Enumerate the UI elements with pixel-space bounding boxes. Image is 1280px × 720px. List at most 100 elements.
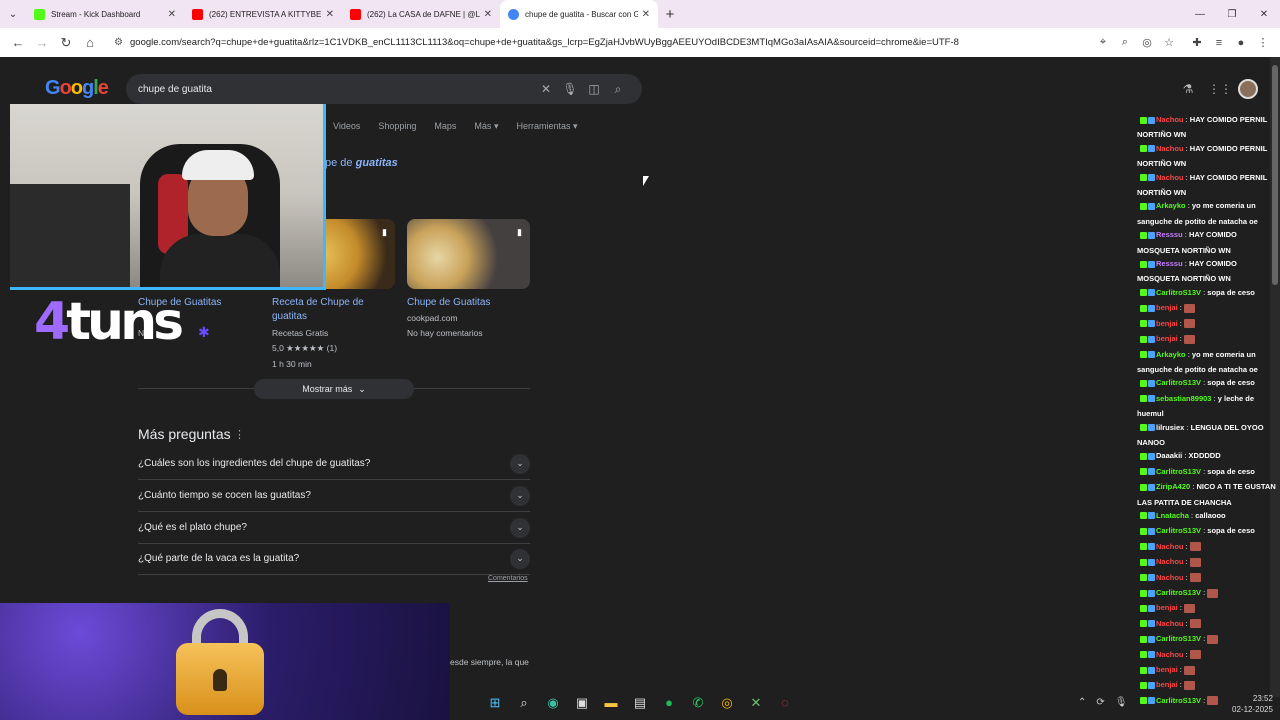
recipe-title[interactable]: Receta de Chupe de guatitas bbox=[272, 296, 390, 324]
obs-icon[interactable]: ▤ bbox=[629, 695, 651, 715]
more-options-icon[interactable]: ⋮ bbox=[234, 428, 245, 441]
recipe-image[interactable]: ▮ bbox=[407, 219, 530, 289]
tab-google-search[interactable]: chupe de guatita - Buscar con G ✕ bbox=[500, 0, 658, 28]
site-info-icon[interactable]: ⚙ bbox=[114, 37, 130, 48]
filter-maps[interactable]: Maps bbox=[434, 121, 456, 132]
chat-username[interactable]: Arkayko bbox=[1156, 350, 1186, 359]
location-icon[interactable]: ⌖ bbox=[1092, 36, 1114, 49]
extensions-icon[interactable]: ✚ bbox=[1186, 36, 1208, 49]
chevron-up-icon[interactable]: ⌃ bbox=[1078, 697, 1086, 708]
microphone-icon[interactable]: 🎙 bbox=[1115, 697, 1128, 708]
close-icon[interactable]: ✕ bbox=[484, 9, 492, 20]
media-icon[interactable]: ≡ bbox=[1208, 37, 1230, 49]
chat-username[interactable]: Nachou bbox=[1156, 542, 1184, 551]
eye-off-icon[interactable]: ◎ bbox=[1136, 36, 1158, 49]
zoom-icon[interactable]: ⌕ bbox=[1114, 36, 1136, 49]
chat-username[interactable]: Nachou bbox=[1156, 619, 1184, 628]
xbox-icon[interactable]: ✕ bbox=[745, 695, 767, 715]
store-icon[interactable]: ▣ bbox=[571, 695, 593, 715]
chat-username[interactable]: Nachou bbox=[1156, 173, 1184, 182]
back-icon[interactable]: ← bbox=[6, 35, 30, 50]
chat-username[interactable]: benjai bbox=[1156, 319, 1178, 328]
reload-icon[interactable]: ↻ bbox=[54, 35, 78, 51]
close-icon[interactable]: ✕ bbox=[642, 9, 650, 20]
edge-icon[interactable]: ◉ bbox=[542, 695, 564, 715]
chevron-down-icon[interactable]: ⌄ bbox=[510, 517, 530, 538]
chat-username[interactable]: Nachou bbox=[1156, 650, 1184, 659]
chat-username[interactable]: CarlitroS13V bbox=[1156, 526, 1201, 535]
windows-start-icon[interactable]: ⊞ bbox=[484, 695, 506, 715]
avatar[interactable] bbox=[1238, 79, 1258, 99]
chat-username[interactable]: Nachou bbox=[1156, 573, 1184, 582]
tab-search-button[interactable]: ⌄ bbox=[0, 0, 26, 28]
chat-username[interactable]: Lnatacha bbox=[1156, 511, 1189, 520]
spotify-icon[interactable]: ● bbox=[658, 695, 680, 715]
chat-username[interactable]: benjai bbox=[1156, 303, 1178, 312]
menu-icon[interactable]: ⋮ bbox=[1252, 36, 1274, 49]
filter-shopping[interactable]: Shopping bbox=[378, 121, 416, 132]
sync-icon[interactable]: ⟳ bbox=[1096, 697, 1104, 708]
chevron-down-icon[interactable]: ⌄ bbox=[510, 453, 530, 474]
chat-username[interactable]: CarlitroS13V bbox=[1156, 634, 1201, 643]
chevron-down-icon[interactable]: ⌄ bbox=[510, 485, 530, 506]
recipes-heading[interactable]: pe de guatitas bbox=[325, 157, 398, 169]
paa-question[interactable]: ¿Cuánto tiempo se cocen las guatitas? ⌄ bbox=[138, 480, 530, 512]
paa-question[interactable]: ¿Qué es el plato chupe? ⌄ bbox=[138, 512, 530, 544]
chat-username[interactable]: sebastian89903 bbox=[1156, 394, 1211, 403]
new-tab-button[interactable]: + bbox=[658, 6, 682, 23]
filter-videos[interactable]: Videos bbox=[333, 121, 360, 132]
bookmark-star-icon[interactable]: ☆ bbox=[1158, 36, 1180, 49]
google-logo[interactable]: Google bbox=[45, 77, 109, 100]
recipe-title[interactable]: Chupe de Guatitas bbox=[407, 296, 490, 310]
chat-username[interactable]: CarlitroS13V bbox=[1156, 588, 1201, 597]
bookmark-icon[interactable]: ▮ bbox=[382, 227, 387, 238]
apps-grid-icon[interactable]: ⋮⋮ bbox=[1208, 82, 1232, 96]
chrome-icon[interactable]: ◎ bbox=[716, 695, 738, 715]
chat-username[interactable]: Resssu bbox=[1156, 230, 1183, 239]
bookmark-icon[interactable]: ▮ bbox=[517, 227, 522, 238]
forward-icon[interactable]: → bbox=[30, 35, 54, 50]
paa-question[interactable]: ¿Cuáles son los ingredientes del chupe d… bbox=[138, 448, 530, 480]
close-window-icon[interactable]: ✕ bbox=[1248, 9, 1280, 20]
chat-username[interactable]: Nachou bbox=[1156, 557, 1184, 566]
chat-username[interactable]: benjai bbox=[1156, 665, 1178, 674]
home-icon[interactable]: ⌂ bbox=[78, 35, 102, 50]
chat-username[interactable]: Nachou bbox=[1156, 115, 1184, 124]
chat-username[interactable]: ZiripA420 bbox=[1156, 482, 1190, 491]
recorder-icon[interactable]: ◌ bbox=[774, 695, 796, 715]
show-more-button[interactable]: Mostrar más ⌄ bbox=[254, 379, 414, 399]
labs-icon[interactable]: ⚗ bbox=[1178, 82, 1198, 96]
chat-username[interactable]: benjai bbox=[1156, 680, 1178, 689]
chevron-down-icon[interactable]: ⌄ bbox=[510, 548, 530, 569]
chat-username[interactable]: CarlitroS13V bbox=[1156, 378, 1201, 387]
tab-youtube-entrevista[interactable]: (262) ENTREVISTA A KITTYBELL ✕ bbox=[184, 0, 342, 28]
microphone-icon[interactable]: 🎙 bbox=[558, 82, 582, 96]
lens-icon[interactable]: ◫ bbox=[582, 82, 606, 96]
chat-username[interactable]: lilrusiex bbox=[1156, 423, 1184, 432]
tab-kick-dashboard[interactable]: Stream - Kick Dashboard ✕ bbox=[26, 0, 184, 28]
file-explorer-icon[interactable]: ▬ bbox=[600, 695, 622, 715]
chat-username[interactable]: CarlitroS13V bbox=[1156, 288, 1201, 297]
feedback-link[interactable]: Comentarios bbox=[488, 575, 528, 582]
maximize-icon[interactable]: ❐ bbox=[1216, 9, 1248, 20]
profile-icon[interactable]: ● bbox=[1230, 37, 1252, 49]
search-input[interactable]: chupe de guatita ✕ 🎙 ◫ ⌕ bbox=[126, 74, 642, 104]
filter-more[interactable]: Más ▾ bbox=[474, 121, 498, 132]
tab-youtube-casa-dafne[interactable]: (262) La CASA de DAFNE | @Lu ✕ bbox=[342, 0, 500, 28]
close-icon[interactable]: ✕ bbox=[168, 9, 176, 20]
search-icon[interactable]: ⌕ bbox=[606, 82, 630, 97]
chat-username[interactable]: benjai bbox=[1156, 603, 1178, 612]
chat-username[interactable]: Nachou bbox=[1156, 144, 1184, 153]
system-clock[interactable]: 23:52 02-12-2025 bbox=[1232, 693, 1273, 715]
paa-question[interactable]: ¿Qué parte de la vaca es la guatita? ⌄ bbox=[138, 543, 530, 575]
chat-username[interactable]: CarlitroS13V bbox=[1156, 467, 1201, 476]
chat-username[interactable]: Daaakii bbox=[1156, 451, 1182, 460]
clear-icon[interactable]: ✕ bbox=[534, 82, 558, 96]
close-icon[interactable]: ✕ bbox=[326, 9, 334, 20]
address-bar[interactable]: ⚙ google.com/search?q=chupe+de+guatita&r… bbox=[108, 31, 1186, 54]
chat-username[interactable]: Resssu bbox=[1156, 259, 1183, 268]
minimize-icon[interactable]: — bbox=[1184, 9, 1216, 20]
chat-username[interactable]: benjai bbox=[1156, 334, 1178, 343]
search-icon[interactable]: ⌕ bbox=[513, 695, 535, 715]
whatsapp-icon[interactable]: ✆ bbox=[687, 695, 709, 715]
